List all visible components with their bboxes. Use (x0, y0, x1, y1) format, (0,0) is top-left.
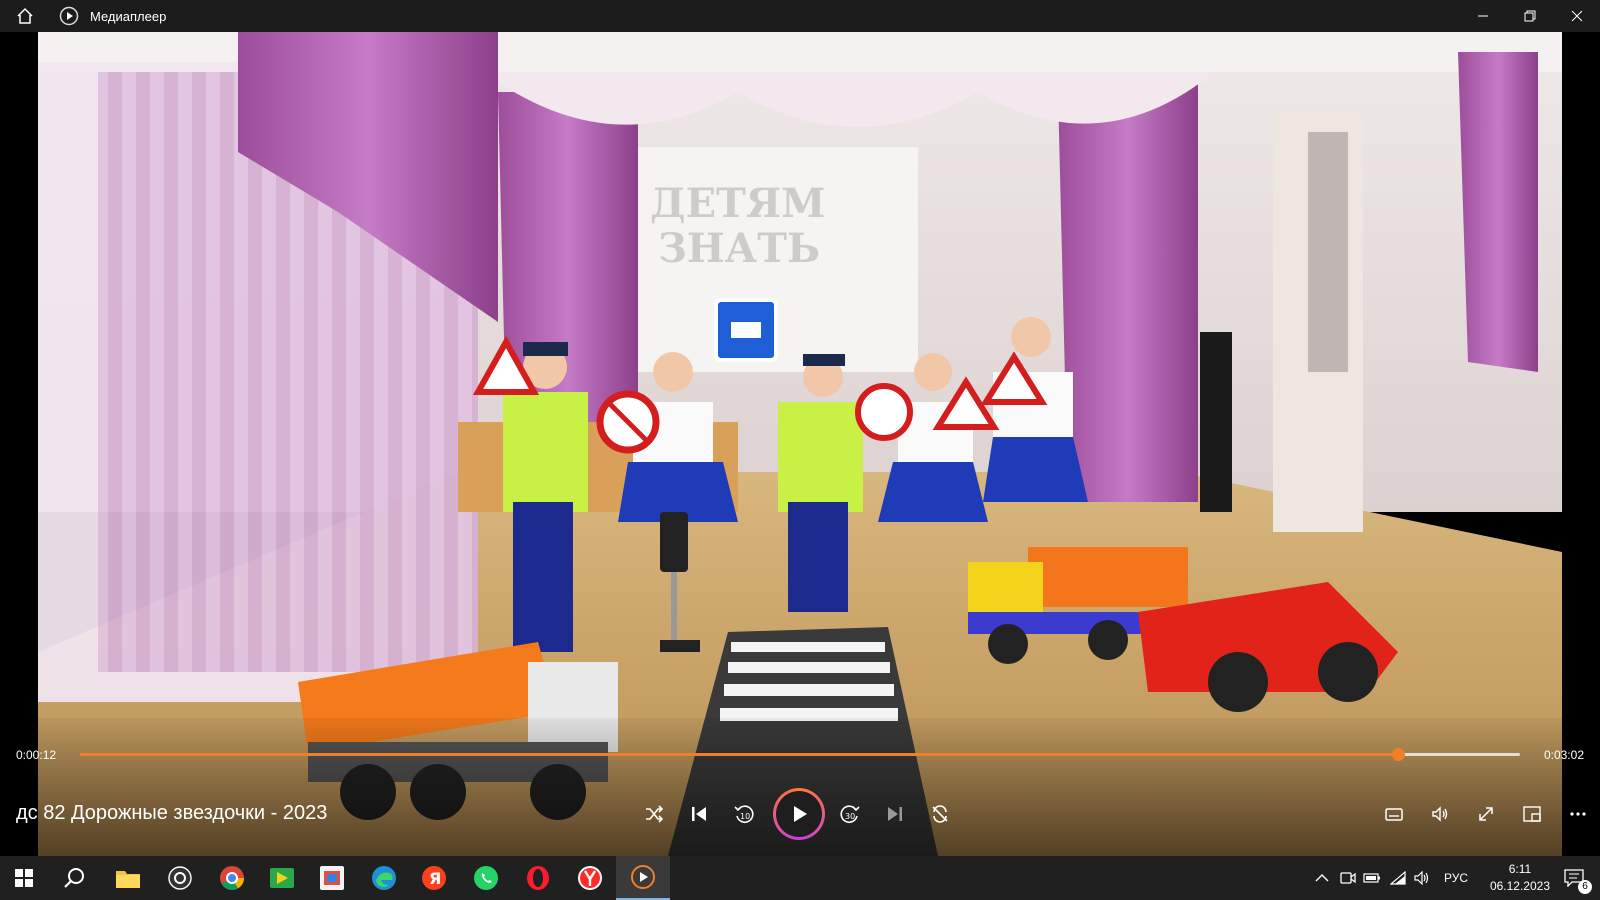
current-time: 0:00:12 (16, 748, 57, 762)
rewind-10-button[interactable]: 10 (726, 796, 762, 832)
more-button[interactable] (1560, 796, 1596, 832)
previous-icon (692, 807, 706, 821)
svg-text:30: 30 (845, 812, 855, 821)
fullscreen-icon (1479, 807, 1493, 821)
taskbar-yandex[interactable]: Я (410, 856, 458, 900)
taskbar-edge[interactable] (360, 856, 408, 900)
subtitles-icon (1385, 808, 1403, 821)
volume-icon (1432, 806, 1448, 822)
chevron-up-icon (1315, 874, 1329, 882)
windows-start-icon (15, 869, 33, 887)
camera-icon (1340, 872, 1356, 884)
screen-word-1: ДЕТЯМ (650, 180, 825, 227)
tray-network-button[interactable] (1386, 856, 1410, 900)
taskbar: Я РУС 6:11 06.12.2023 6 (0, 856, 1600, 900)
forward-30-button[interactable]: 30 (832, 796, 868, 832)
taskbar-app-store[interactable] (308, 856, 356, 900)
battery-icon (1363, 873, 1380, 883)
forward-30-icon: 30 (840, 805, 860, 823)
play-icon (794, 806, 807, 822)
edge-icon (372, 866, 396, 890)
system-clock[interactable]: 6:11 06.12.2023 (1490, 861, 1550, 895)
rewind-10-icon: 10 (734, 805, 754, 823)
title-bar: Медиаплеер (0, 0, 1600, 32)
restore-icon (1524, 10, 1535, 22)
yandex-icon: Я (422, 866, 446, 890)
whatsapp-icon (474, 866, 498, 890)
next-button[interactable] (877, 796, 913, 832)
app-store-icon (320, 866, 344, 890)
search-button[interactable] (50, 856, 98, 900)
volume-button[interactable] (1422, 796, 1458, 832)
transport-controls: 10 30 (0, 788, 1600, 840)
seek-bar[interactable] (80, 748, 1520, 761)
previous-button[interactable] (681, 796, 717, 832)
close-button[interactable] (1553, 0, 1600, 32)
subtitles-button[interactable] (1376, 796, 1412, 832)
tray-battery-button[interactable] (1360, 856, 1384, 900)
taskbar-media-player[interactable] (616, 856, 670, 900)
search-icon (64, 868, 84, 888)
clock-date: 06.12.2023 (1489, 879, 1550, 893)
input-language[interactable]: РУС (1436, 856, 1476, 900)
folder-icon (116, 871, 140, 888)
seek-thumb[interactable] (1391, 748, 1405, 761)
taskbar-chrome[interactable] (208, 856, 256, 900)
svg-text:Я: Я (429, 869, 441, 888)
obs-icon (168, 866, 192, 890)
media-player-app-icon (58, 5, 80, 27)
media-player-icon (631, 865, 655, 889)
shuffle-button[interactable] (636, 796, 672, 832)
mini-view-button[interactable] (1514, 796, 1550, 832)
home-icon (17, 7, 33, 24)
tray-meet-button[interactable] (1336, 856, 1360, 900)
notifications-button[interactable] (1554, 856, 1594, 900)
tray-overflow-button[interactable] (1310, 856, 1334, 900)
chrome-icon (220, 866, 244, 891)
clock-time: 6:11 (1508, 862, 1532, 876)
mini-view-icon (1523, 806, 1541, 822)
close-icon (1571, 10, 1582, 22)
notification-count: 6 (1578, 880, 1592, 894)
taskbar-yandex-browser[interactable] (566, 856, 614, 900)
repeat-off-icon (932, 805, 948, 823)
svg-text:10: 10 (740, 812, 750, 821)
window-title: Медиаплеер (90, 8, 167, 24)
start-button[interactable] (0, 856, 48, 900)
seek-bar-progress (80, 753, 1398, 756)
taskbar-opera[interactable] (514, 856, 562, 900)
next-icon (888, 807, 902, 821)
fullscreen-button[interactable] (1468, 796, 1504, 832)
minimize-icon (1477, 15, 1488, 17)
speaker-icon (1414, 871, 1429, 885)
more-icon (1570, 812, 1586, 816)
wifi-icon (1390, 871, 1406, 885)
tray-volume-button[interactable] (1410, 856, 1434, 900)
opera-icon (527, 866, 549, 890)
restore-button[interactable] (1506, 0, 1553, 32)
screen-word-2: ЗНАТЬ (658, 225, 820, 272)
taskbar-whatsapp[interactable] (462, 856, 510, 900)
taskbar-obs[interactable] (156, 856, 204, 900)
yandex-browser-icon (578, 866, 602, 890)
taskbar-media-app[interactable] (258, 856, 306, 900)
media-app-icon (270, 868, 294, 888)
total-time: 0:03:02 (1543, 748, 1584, 762)
taskbar-file-explorer[interactable] (104, 856, 152, 900)
home-button[interactable] (0, 0, 50, 32)
minimize-button[interactable] (1459, 0, 1506, 32)
play-button[interactable] (773, 788, 825, 840)
repeat-button[interactable] (922, 796, 958, 832)
shuffle-icon (646, 805, 664, 823)
